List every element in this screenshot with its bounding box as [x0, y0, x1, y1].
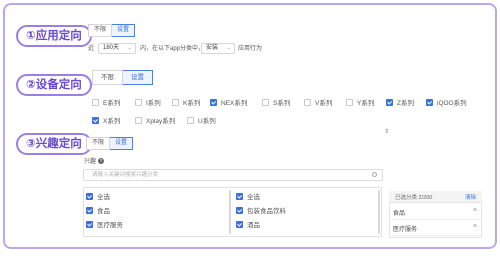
app-target-toggle: 不限 设置: [88, 24, 136, 37]
col1-item-medical[interactable]: 医疗服务: [86, 219, 123, 229]
interest-option-unlimited[interactable]: 不限: [86, 137, 111, 150]
checkbox[interactable]: [172, 98, 179, 106]
checkbox[interactable]: [262, 98, 269, 106]
device-option-unlimited[interactable]: 不限: [92, 70, 123, 85]
device-series-u[interactable]: U系列: [187, 115, 216, 125]
device-series-e[interactable]: E系列: [92, 97, 120, 107]
app-option-custom[interactable]: 设置: [112, 24, 136, 37]
rule-suffix: 应用行为: [238, 46, 263, 52]
interest-field-label: 兴趣?: [84, 158, 105, 165]
checkbox-checked[interactable]: [386, 98, 393, 106]
interest-search-input[interactable]: 请输入关键词搜索兴趣分类: [83, 169, 383, 181]
device-series-i[interactable]: I系列: [135, 97, 161, 107]
col1-item-food[interactable]: 食品: [86, 205, 110, 215]
checkbox-checked[interactable]: [86, 206, 93, 214]
chevron-down-icon: ⌄: [127, 45, 132, 51]
rule-middle: 内，在以下app分类中，有: [140, 46, 211, 52]
device-series-iqoo[interactable]: iQOO系列: [426, 97, 467, 107]
chevron-down-icon: ⌄: [226, 45, 231, 51]
checkbox-checked[interactable]: [86, 220, 93, 228]
interest-category-panel: [83, 187, 382, 237]
search-icon[interactable]: [372, 172, 377, 177]
selected-item: 医疗服务 ×: [389, 220, 482, 236]
checkbox-checked[interactable]: [92, 116, 99, 124]
rule-prefix: 近: [88, 46, 95, 52]
clear-button[interactable]: 清除: [465, 193, 476, 201]
checkbox-checked[interactable]: [236, 220, 243, 228]
checkbox-checked[interactable]: [86, 192, 93, 200]
col2-item-packaged-food[interactable]: 包装食品饮料: [236, 205, 286, 215]
interest-option-custom[interactable]: 设置: [110, 137, 134, 150]
action-select[interactable]: 安装 ⌄: [201, 43, 235, 54]
device-series-nex[interactable]: NEX系列: [210, 97, 247, 107]
selected-item: 食品 ×: [389, 204, 482, 220]
close-icon[interactable]: ×: [473, 207, 477, 214]
days-value: 180天: [103, 45, 120, 51]
checkbox-checked[interactable]: [426, 98, 433, 106]
column-scrollbar[interactable]: [378, 190, 380, 234]
app-option-unlimited[interactable]: 不限: [88, 24, 113, 37]
col1-item-all[interactable]: 全选: [86, 191, 110, 201]
section-label-interest: ③兴趣定向: [16, 133, 92, 155]
checkbox[interactable]: [92, 98, 99, 106]
help-icon[interactable]: ?: [98, 158, 105, 165]
device-series-v[interactable]: V系列: [304, 97, 332, 107]
col2-item-liquor[interactable]: 酒品: [236, 219, 260, 229]
device-option-custom[interactable]: 设置: [123, 70, 153, 85]
selected-count: 已选分类 2/200: [395, 195, 433, 201]
resize-handle-icon[interactable]: ⇕: [384, 128, 389, 135]
device-series-x[interactable]: X系列: [92, 115, 120, 125]
close-icon[interactable]: ×: [473, 223, 477, 230]
selected-panel-header: 已选分类 2/200 清除: [389, 191, 482, 203]
section-label-app: ①应用定向: [16, 25, 92, 47]
column-scrollbar[interactable]: [229, 190, 231, 234]
checkbox[interactable]: [135, 116, 142, 124]
device-series-k[interactable]: K系列: [172, 97, 200, 107]
device-series-xplay[interactable]: Xplay系列: [135, 115, 175, 125]
checkbox-checked[interactable]: [236, 206, 243, 214]
interest-target-toggle: 不限 设置: [86, 137, 134, 150]
checkbox[interactable]: [304, 98, 311, 106]
device-series-z[interactable]: Z系列: [386, 97, 414, 107]
section-label-device: ②设备定向: [16, 74, 92, 96]
device-series-y[interactable]: Y系列: [346, 97, 374, 107]
device-series-s[interactable]: S系列: [262, 97, 290, 107]
checkbox[interactable]: [135, 98, 142, 106]
col2-item-all[interactable]: 全选: [236, 191, 260, 201]
days-select[interactable]: 180天 ⌄: [98, 43, 136, 54]
checkbox-checked[interactable]: [210, 98, 217, 106]
checkbox[interactable]: [187, 116, 194, 124]
device-target-toggle: 不限 设置: [92, 70, 153, 85]
checkbox[interactable]: [346, 98, 353, 106]
checkbox-checked[interactable]: [236, 192, 243, 200]
action-value: 安装: [206, 45, 219, 51]
